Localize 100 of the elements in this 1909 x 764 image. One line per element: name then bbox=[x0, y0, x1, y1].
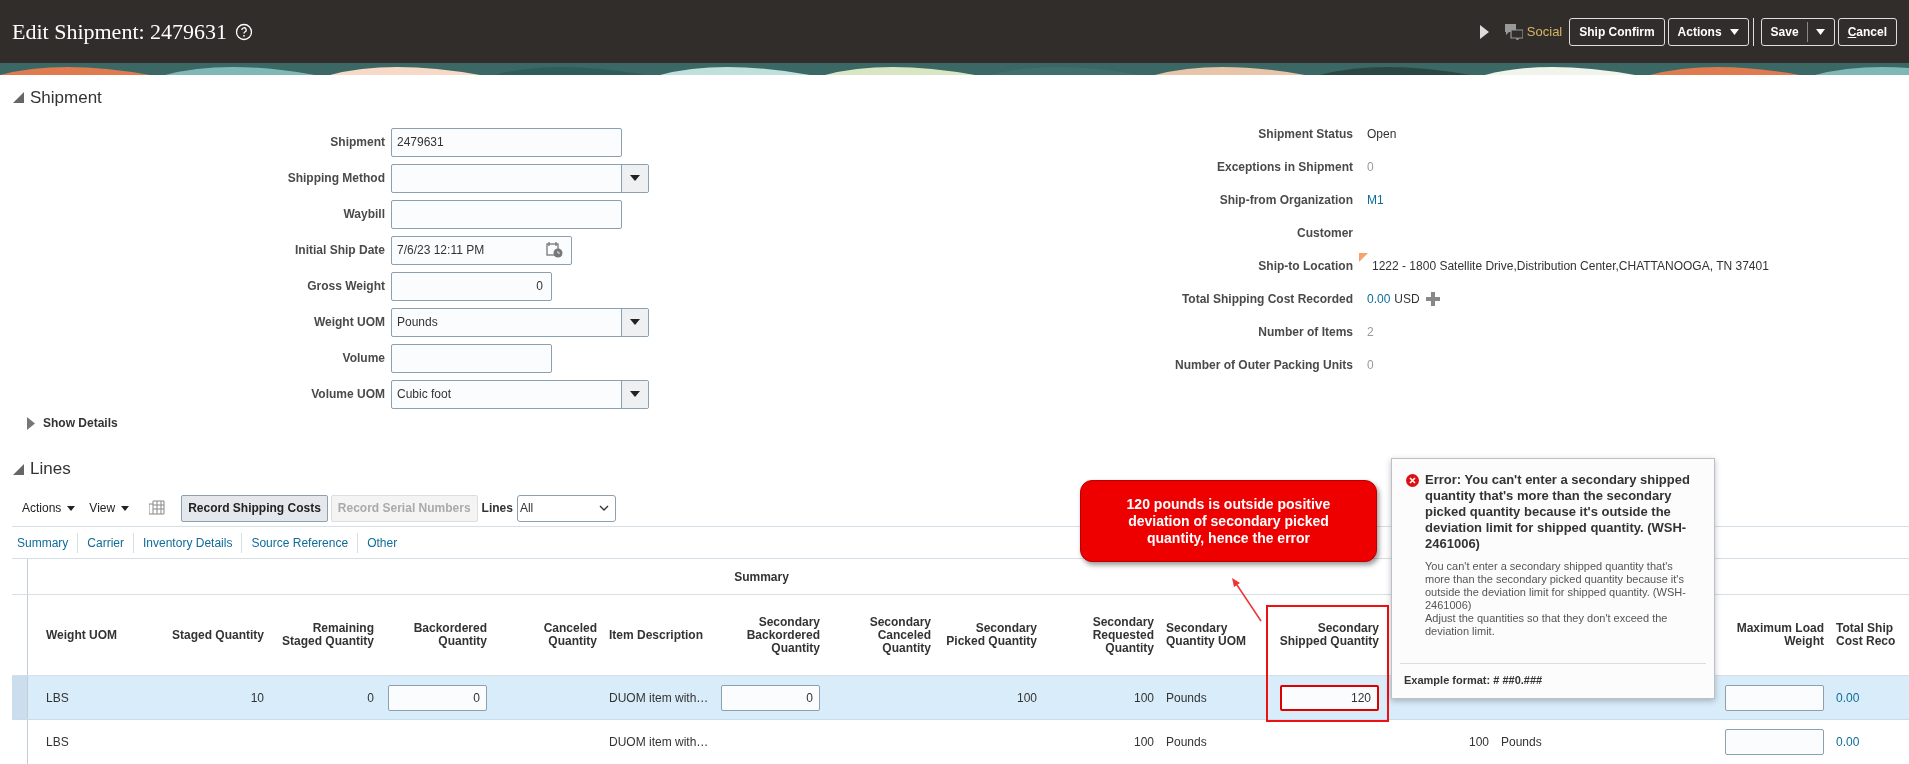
table-cell-text: Pounds bbox=[1166, 734, 1207, 751]
input-field[interactable]: 120 bbox=[1280, 684, 1379, 711]
table-link[interactable]: 0.00 bbox=[1836, 688, 1860, 707]
arrow bbox=[1230, 577, 1264, 623]
caret-icon[interactable] bbox=[630, 319, 640, 325]
table-cell-text: LBS bbox=[46, 689, 69, 707]
menu-button[interactable]: Actions bbox=[1667, 17, 1749, 46]
column-header[interactable]: Secondary Canceled Quantity bbox=[832, 615, 931, 655]
column-header[interactable]: Secondary Quantity UOM bbox=[1166, 622, 1264, 648]
input-field[interactable] bbox=[1725, 684, 1824, 711]
caret-icon bbox=[1729, 28, 1739, 35]
field-label: Total Shipping Cost Recorded bbox=[1180, 290, 1353, 308]
help-icon[interactable] bbox=[235, 22, 254, 41]
column-header[interactable]: Maximum Load Weight bbox=[1721, 622, 1824, 648]
field-label: Volume UOM bbox=[310, 386, 386, 403]
callout: 120 pounds is outside positive deviation of secondary picked quantity, hence the error bbox=[1080, 480, 1377, 562]
tab-link[interactable]: Carrier bbox=[87, 533, 124, 552]
column-header[interactable]: Total Ship Cost Reco bbox=[1836, 622, 1903, 648]
caret-icon bbox=[121, 505, 130, 511]
chevron-icon bbox=[598, 505, 609, 511]
field-label: Initial Ship Date bbox=[294, 242, 386, 259]
toolbar-button[interactable]: Ship Confirm bbox=[1569, 17, 1665, 46]
collapse-icon[interactable] bbox=[13, 463, 24, 475]
calendar-icon[interactable] bbox=[546, 242, 563, 258]
field-value: Open bbox=[1367, 125, 1397, 143]
tab-link[interactable]: Summary bbox=[12, 533, 69, 552]
table-cell-text: 100 bbox=[1133, 689, 1154, 707]
disclosure-link[interactable]: Show Details bbox=[0, 412, 1909, 434]
input-field[interactable] bbox=[391, 199, 622, 229]
table-cell-text: 10 bbox=[250, 689, 264, 707]
page-title: Edit Shipment: 2479631 bbox=[12, 18, 228, 46]
input-field[interactable]: 0 bbox=[721, 684, 820, 711]
field-label: Exceptions in Shipment bbox=[1215, 158, 1353, 176]
caret-icon[interactable] bbox=[630, 175, 640, 181]
dropdown-field[interactable] bbox=[391, 163, 649, 193]
field-link[interactable]: 0.00 bbox=[1367, 289, 1391, 308]
table-cell-text: LBS bbox=[46, 734, 69, 751]
tab-link[interactable]: Other bbox=[367, 533, 398, 552]
collapse-icon[interactable] bbox=[13, 92, 24, 103]
dropdown-field[interactable]: Pounds bbox=[391, 307, 649, 337]
section-title: Shipment bbox=[30, 86, 102, 109]
field-label: Volume bbox=[341, 350, 386, 367]
error-message: You can't enter a secondary shipped quantity that's more than the secondary picked quantity because it's outside the deviation limit for shipped quantity. (WSH-2461006) bbox=[1425, 560, 1687, 612]
column-header[interactable]: Remaining Staged Quantity bbox=[276, 622, 374, 648]
column-header[interactable]: Item Description bbox=[609, 628, 704, 642]
field-label: Number of Items bbox=[1257, 323, 1353, 341]
play-icon[interactable] bbox=[1479, 24, 1489, 39]
format-hint: Example format: # ##0.### bbox=[1403, 672, 1544, 688]
tab-link[interactable]: Inventory Details bbox=[143, 533, 233, 552]
save-split-button[interactable]: Save bbox=[1760, 17, 1835, 46]
field-value: 1222 - 1800 Satellite Drive,Distribution Center,CHATTANOOGA, TN 37401 bbox=[1372, 257, 1769, 275]
menu-button[interactable]: Actions bbox=[22, 499, 76, 517]
field-label: Weight UOM bbox=[312, 314, 386, 331]
table-cell-text: 100 bbox=[1016, 689, 1037, 707]
menu-button[interactable]: View bbox=[89, 499, 130, 517]
field-label: Customer bbox=[1296, 224, 1353, 242]
column-header[interactable]: Backordered Quantity bbox=[386, 622, 487, 648]
table-link[interactable]: 0.00 bbox=[1836, 733, 1860, 751]
column-header[interactable]: Secondary Requested Quantity bbox=[1049, 615, 1154, 655]
table-cell-text: 100 bbox=[1133, 734, 1154, 751]
input-field[interactable] bbox=[391, 343, 552, 373]
table-cell-text: 0 bbox=[367, 689, 374, 707]
column-header[interactable]: Canceled Quantity bbox=[499, 622, 597, 648]
input-field[interactable]: 0 bbox=[391, 271, 552, 301]
dropdown-field[interactable]: Cubic foot bbox=[391, 379, 649, 409]
caret-icon[interactable] bbox=[1815, 28, 1825, 35]
input-field[interactable]: 0 bbox=[388, 684, 487, 711]
field-label: Gross Weight bbox=[306, 278, 386, 295]
error-title: Error: You can't enter a secondary shipped quantity that's more than the secondary picked quantity because it's outside the deviation limit for shipped quantity. (WSH-2461006) bbox=[1425, 472, 1691, 552]
field-link[interactable]: M1 bbox=[1367, 190, 1384, 209]
add-icon[interactable] bbox=[1425, 291, 1440, 306]
column-header[interactable]: Weight UOM bbox=[46, 628, 118, 642]
input-field[interactable] bbox=[1725, 729, 1824, 755]
column-header[interactable]: Staged Quantity bbox=[172, 628, 264, 642]
chat-icon[interactable] bbox=[1504, 23, 1523, 40]
expand-icon[interactable] bbox=[27, 416, 35, 430]
social-link[interactable]: Social bbox=[1526, 21, 1563, 42]
toolbar-button[interactable]: Record Shipping Costs bbox=[181, 494, 328, 522]
caret-icon bbox=[67, 505, 76, 511]
column-header[interactable]: Secondary Picked Quantity bbox=[943, 622, 1037, 648]
field-label: Shipment bbox=[329, 134, 386, 151]
freeze-table-icon[interactable] bbox=[149, 500, 166, 516]
field-value: 0 bbox=[1367, 356, 1374, 374]
toolbar-button[interactable]: Cancel bbox=[1837, 17, 1897, 46]
dropdown-field[interactable]: All bbox=[516, 494, 616, 522]
column-header[interactable]: Secondary Backordered Quantity bbox=[720, 615, 820, 655]
field-label: Lines bbox=[481, 500, 513, 517]
table-cell-text: DUOM item with… bbox=[609, 689, 709, 707]
error-icon bbox=[1406, 474, 1419, 487]
field-value: 0 bbox=[1367, 158, 1374, 176]
caret-icon[interactable] bbox=[630, 391, 640, 397]
table-cell-text: Pounds bbox=[1166, 689, 1207, 707]
tab-link[interactable]: Source Reference bbox=[251, 533, 349, 552]
date-field[interactable]: 7/6/23 12:11 PM bbox=[391, 235, 572, 265]
section-title: Lines bbox=[30, 458, 71, 481]
field-value: 2 bbox=[1367, 323, 1374, 341]
column-header[interactable]: Secondary Shipped Quantity bbox=[1276, 622, 1379, 648]
currency-text: USD bbox=[1394, 290, 1420, 308]
field-label: Ship-to Location bbox=[1257, 257, 1353, 275]
input-field[interactable]: 2479631 bbox=[391, 127, 622, 157]
